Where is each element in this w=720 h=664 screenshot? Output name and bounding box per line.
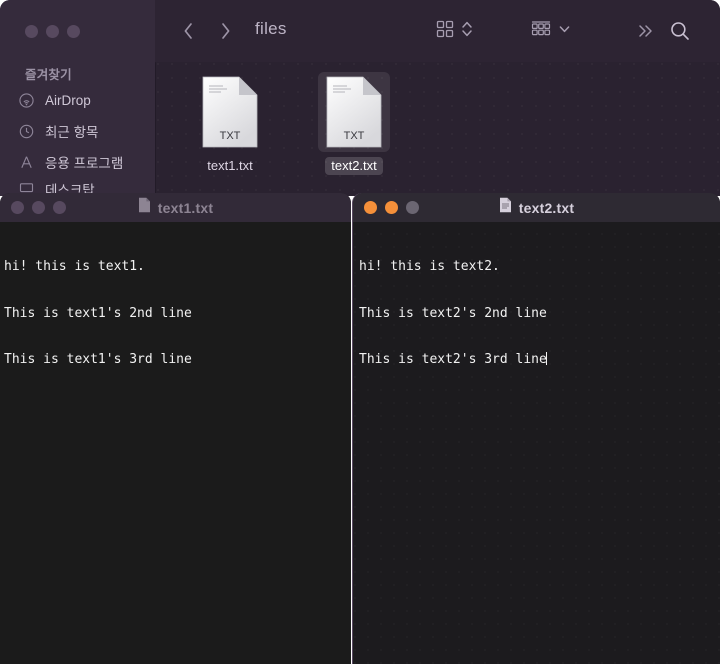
editor-traffic-lights[interactable] — [11, 201, 66, 214]
grid-view-icon — [435, 19, 455, 44]
editor-text-area[interactable]: hi! this is text1. This is text1's 2nd l… — [0, 222, 351, 664]
clock-icon — [18, 123, 35, 140]
editor-line-with-caret: This is text2's 3rd line — [359, 352, 720, 368]
chevron-up-down-icon — [461, 19, 473, 44]
editor-line: hi! this is text1. — [4, 259, 351, 275]
airdrop-icon — [18, 92, 35, 109]
view-options-button[interactable] — [435, 16, 473, 46]
editor-title-group: text1.txt — [138, 197, 213, 218]
editor-line: This is text2's 2nd line — [359, 306, 720, 322]
editor-titlebar[interactable]: text2.txt — [353, 193, 720, 222]
finder-close-button[interactable] — [25, 25, 38, 38]
editor-close-button[interactable] — [11, 201, 24, 214]
sidebar-item-label: 최근 항목 — [45, 121, 98, 141]
finder-minimize-button[interactable] — [46, 25, 59, 38]
editor-title: text1.txt — [158, 200, 213, 216]
text-cursor — [546, 352, 548, 365]
editor-titlebar[interactable]: text1.txt — [0, 193, 351, 222]
editor-line: This is text1's 3rd line — [4, 352, 351, 368]
finder-maximize-button[interactable] — [67, 25, 80, 38]
file-name-label: text1.txt — [201, 157, 259, 175]
editor-window-text1: text1.txt hi! this is text1. This is tex… — [0, 193, 351, 664]
editor-text-area[interactable]: hi! this is text2. This is text2's 2nd l… — [353, 222, 720, 664]
finder-traffic-lights[interactable] — [25, 25, 80, 38]
editor-maximize-button[interactable] — [406, 201, 419, 214]
sidebar-item-airdrop[interactable]: AirDrop — [18, 88, 146, 112]
editor-line: This is text1's 2nd line — [4, 306, 351, 322]
editor-window-text2: text2.txt hi! this is text2. This is tex… — [353, 193, 720, 664]
finder-toolbar: files — [155, 0, 720, 63]
sidebar-item-label: AirDrop — [45, 93, 91, 108]
sidebar-section-title: 즐겨찾기 — [25, 64, 72, 83]
file-item-text2[interactable]: TXT text2.txt — [306, 72, 402, 175]
svg-text:TXT: TXT — [344, 130, 365, 142]
sidebar-item-label: 응용 프로그램 — [45, 152, 123, 172]
editor-close-button[interactable] — [364, 201, 377, 214]
sidebar-item-applications[interactable]: 응용 프로그램 — [18, 150, 146, 174]
editor-minimize-button[interactable] — [385, 201, 398, 214]
txt-file-icon: TXT — [318, 72, 390, 152]
search-icon[interactable] — [667, 18, 693, 44]
finder-window-title: files — [255, 19, 287, 39]
file-item-text1[interactable]: TXT text1.txt — [182, 72, 278, 175]
document-lines-icon — [499, 197, 512, 218]
txt-file-icon: TXT — [194, 72, 266, 152]
editor-title: text2.txt — [519, 200, 574, 216]
finder-window: 즐겨찾기 AirDrop 최근 항목 — [0, 0, 720, 196]
finder-file-grid: TXT text1.txt — [156, 62, 720, 196]
chevron-down-icon — [558, 19, 571, 44]
sidebar-item-recents[interactable]: 최근 항목 — [18, 119, 146, 143]
more-toolbar-items-button[interactable] — [633, 18, 659, 44]
svg-text:TXT: TXT — [220, 130, 241, 142]
file-name-label: text2.txt — [325, 157, 383, 175]
editor-line: hi! this is text2. — [359, 259, 720, 275]
finder-sidebar: 즐겨찾기 AirDrop 최근 항목 — [0, 0, 156, 196]
back-button[interactable] — [175, 18, 201, 44]
document-icon — [138, 197, 151, 218]
editor-traffic-lights[interactable] — [364, 201, 419, 214]
editor-minimize-button[interactable] — [32, 201, 45, 214]
editor-title-group: text2.txt — [499, 197, 574, 218]
forward-button[interactable] — [212, 18, 238, 44]
applications-icon — [18, 154, 35, 171]
arrange-by-button[interactable] — [530, 16, 571, 46]
group-by-icon — [530, 19, 552, 44]
editor-line-text: This is text2's 3rd line — [359, 352, 547, 367]
editor-maximize-button[interactable] — [53, 201, 66, 214]
